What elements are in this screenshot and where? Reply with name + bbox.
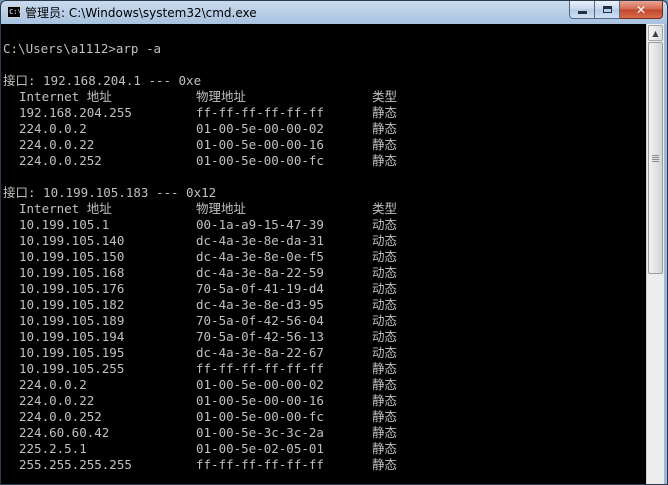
entry-ip: 10.199.105.182 — [19, 297, 125, 312]
entry-mac: ff-ff-ff-ff-ff-ff — [196, 361, 324, 376]
entry-type: 静态 — [372, 137, 398, 152]
cmd-app-icon[interactable]: C:\ — [7, 6, 22, 18]
entry-mac: dc-4a-3e-8e-da-31 — [196, 233, 324, 248]
entry-mac: 70-5a-0f-42-56-13 — [196, 329, 324, 344]
entry-type: 静态 — [372, 425, 398, 440]
entry-ip: 224.0.0.2 — [19, 121, 87, 136]
column-header-type: 类型 — [372, 201, 398, 216]
entry-mac: ff-ff-ff-ff-ff-ff — [196, 105, 324, 120]
column-header-type: 类型 — [372, 89, 398, 104]
arrow-up-icon: ▲ — [652, 28, 659, 38]
entry-mac: 01-00-5e-00-00-02 — [196, 121, 324, 136]
entry-ip: 224.0.0.22 — [19, 393, 95, 408]
entry-ip: 10.199.105.168 — [19, 265, 125, 280]
entry-mac: dc-4a-3e-8a-22-59 — [196, 265, 324, 280]
scroll-up-button[interactable]: ▲ — [648, 25, 663, 41]
entry-mac: 01-00-5e-00-00-fc — [196, 153, 324, 168]
interface-header: 接口: 192.168.204.1 --- 0xe — [3, 73, 202, 88]
entry-ip: 10.199.105.140 — [19, 233, 125, 248]
column-header-mac: 物理地址 — [196, 89, 247, 104]
entry-mac: dc-4a-3e-8a-22-67 — [196, 345, 324, 360]
entry-mac: dc-4a-3e-8e-d3-95 — [196, 297, 324, 312]
entry-mac: 70-5a-0f-41-19-d4 — [196, 281, 324, 296]
minimize-icon — [577, 11, 587, 14]
window-frame-right — [664, 24, 667, 484]
entry-ip: 10.199.105.176 — [19, 281, 125, 296]
window-title: 管理员: C:\Windows\system32\cmd.exe — [25, 6, 257, 20]
entry-ip: 10.199.105.195 — [19, 345, 125, 360]
console-output[interactable]: C:\Users\a1112>arp -a 接口: 192.168.204.1 … — [1, 24, 646, 484]
entry-type: 静态 — [372, 105, 398, 120]
entry-type: 静态 — [372, 121, 398, 136]
entry-type: 动态 — [372, 265, 398, 280]
title-bar[interactable]: C:\ 管理员: C:\Windows\system32\cmd.exe ✕ — [1, 1, 667, 23]
column-header-ip: Internet 地址 — [19, 89, 112, 104]
entry-ip: 224.0.0.252 — [19, 153, 102, 168]
entry-mac: 01-00-5e-00-00-fc — [196, 409, 324, 424]
entry-ip: 224.0.0.2 — [19, 377, 87, 392]
entry-mac: dc-4a-3e-8e-0e-f5 — [196, 249, 324, 264]
cmd-window: C:\ 管理员: C:\Windows\system32\cmd.exe ✕ C… — [0, 0, 668, 485]
interface-header: 接口: 10.199.105.183 --- 0x12 — [3, 185, 217, 200]
entry-type: 动态 — [372, 313, 398, 328]
entry-ip: 255.255.255.255 — [19, 457, 132, 472]
thumb-grip — [652, 157, 659, 158]
thumb-grip — [652, 159, 659, 160]
entry-type: 动态 — [372, 329, 398, 344]
entry-mac: 00-1a-a9-15-47-39 — [196, 217, 324, 232]
thumb-grip — [652, 155, 659, 156]
entry-mac: 01-00-5e-00-00-02 — [196, 377, 324, 392]
entry-type: 静态 — [372, 441, 398, 456]
entry-mac: 01-00-5e-00-00-16 — [196, 137, 324, 152]
entry-type: 动态 — [372, 233, 398, 248]
entry-type: 静态 — [372, 377, 398, 392]
entry-mac: 01-00-5e-00-00-16 — [196, 393, 324, 408]
entry-type: 动态 — [372, 217, 398, 232]
entry-type: 静态 — [372, 457, 398, 472]
scroll-thumb[interactable] — [648, 42, 663, 274]
thumb-grip — [652, 161, 659, 162]
entry-ip: 224.0.0.252 — [19, 409, 102, 424]
entry-ip: 224.0.0.22 — [19, 137, 95, 152]
entry-mac: 01-00-5e-02-05-01 — [196, 441, 324, 456]
close-icon: ✕ — [635, 2, 647, 17]
entry-type: 动态 — [372, 345, 398, 360]
minimize-button[interactable] — [569, 1, 595, 19]
maximize-icon — [602, 6, 612, 13]
caption-buttons: ✕ — [569, 1, 663, 20]
entry-type: 动态 — [372, 297, 398, 312]
entry-ip: 10.199.105.150 — [19, 249, 125, 264]
entry-ip: 10.199.105.255 — [19, 361, 125, 376]
entry-ip: 225.2.5.1 — [19, 441, 87, 456]
command-line: C:\Users\a1112>arp -a — [3, 41, 162, 56]
entry-type: 静态 — [372, 153, 398, 168]
entry-mac: 01-00-5e-3c-3c-2a — [196, 425, 324, 440]
entry-mac: ff-ff-ff-ff-ff-ff — [196, 457, 324, 472]
close-button[interactable]: ✕ — [620, 1, 663, 19]
entry-type: 动态 — [372, 249, 398, 264]
entry-ip: 10.199.105.1 — [19, 217, 110, 232]
maximize-button[interactable] — [595, 1, 620, 19]
entry-type: 动态 — [372, 281, 398, 296]
entry-ip: 10.199.105.189 — [19, 313, 125, 328]
vertical-scrollbar[interactable]: ▲ — [646, 24, 664, 484]
entry-mac: 70-5a-0f-42-56-04 — [196, 313, 324, 328]
entry-type: 静态 — [372, 409, 398, 424]
entry-type: 静态 — [372, 361, 398, 376]
entry-type: 静态 — [372, 393, 398, 408]
entry-ip: 10.199.105.194 — [19, 329, 125, 344]
column-header-mac: 物理地址 — [196, 201, 247, 216]
entry-ip: 192.168.204.255 — [19, 105, 132, 120]
entry-ip: 224.60.60.42 — [19, 425, 110, 440]
column-header-ip: Internet 地址 — [19, 201, 112, 216]
